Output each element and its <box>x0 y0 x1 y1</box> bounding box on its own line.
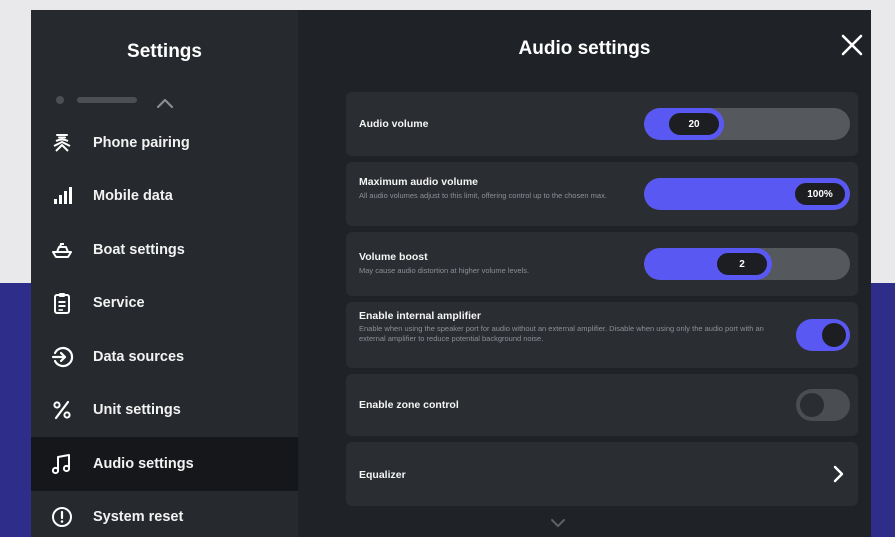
max-audio-volume-description: All audio volumes adjust to this limit, … <box>359 191 607 200</box>
scroll-down-icon[interactable] <box>548 516 568 530</box>
max-audio-volume-label: Maximum audio volume <box>359 176 479 188</box>
audio-volume-value[interactable]: 20 <box>668 112 720 136</box>
volume-boost-slider[interactable]: 2 <box>644 248 850 280</box>
boat-icon <box>49 237 75 263</box>
max-audio-volume-value[interactable]: 100% <box>794 182 846 206</box>
sidebar-item-data-sources[interactable]: Data sources <box>31 330 298 384</box>
sidebar-item-label: Data sources <box>93 348 185 365</box>
sidebar-item-label: Audio settings <box>93 455 194 472</box>
alert-circle-icon <box>49 504 75 530</box>
equalizer-row[interactable]: Equalizer <box>346 442 858 506</box>
audio-volume-row: Audio volume 20 <box>346 92 858 156</box>
sidebar-item-label: Service <box>93 295 145 312</box>
sidebar-item-label: Boat settings <box>93 241 185 258</box>
main-panel: Audio settings Audio volume 20 Maximum a… <box>298 10 871 537</box>
clipboard-icon <box>49 290 75 316</box>
sidebar-item-audio-settings[interactable]: Audio settings <box>31 437 298 491</box>
equalizer-label: Equalizer <box>359 469 406 481</box>
sidebar-item-boat-settings[interactable]: Boat settings <box>31 223 298 277</box>
sidebar-item-service[interactable]: Service <box>31 277 298 331</box>
audio-volume-slider[interactable]: 20 <box>644 108 850 140</box>
sidebar-item-label: Unit settings <box>93 402 181 419</box>
page-title: Audio settings <box>518 38 651 59</box>
sidebar-item-label: Phone pairing <box>93 134 190 151</box>
volume-boost-description: May cause audio distortion at higher vol… <box>359 266 530 275</box>
music-note-icon <box>49 451 75 477</box>
toggle-knob <box>800 393 824 417</box>
zone-control-label: Enable zone control <box>359 399 459 411</box>
volume-boost-value[interactable]: 2 <box>716 252 768 276</box>
internal-amplifier-label: Enable internal amplifier <box>359 310 481 322</box>
chevron-right-icon <box>833 465 844 483</box>
sidebar-title: Settings <box>127 41 202 62</box>
sidebar-item-label: System reset <box>93 509 184 526</box>
sidebar-item-system-reset[interactable]: System reset <box>31 491 298 537</box>
toggle-knob <box>822 323 846 347</box>
settings-list: Audio volume 20 Maximum audio volume All… <box>346 92 858 512</box>
volume-boost-label: Volume boost <box>359 251 428 263</box>
internal-amplifier-row: Enable internal amplifier Enable when us… <box>346 302 858 368</box>
sidebar-item-unit-settings[interactable]: Unit settings <box>31 384 298 438</box>
data-source-icon <box>49 344 75 370</box>
max-audio-volume-row: Maximum audio volume All audio volumes a… <box>346 162 858 226</box>
close-icon[interactable] <box>839 32 865 58</box>
sidebar-item-label: Mobile data <box>93 188 173 205</box>
sidebar-nav: Phone pairing Mobile data Boat settings … <box>31 116 298 537</box>
internal-amplifier-description: Enable when using the speaker port for a… <box>359 324 764 343</box>
zone-control-toggle[interactable] <box>796 389 850 421</box>
phone-pairing-icon <box>49 130 75 156</box>
percent-icon <box>49 397 75 423</box>
sidebar: Settings Phone pairing Mobile data Boat … <box>31 10 298 537</box>
settings-window: Settings Phone pairing Mobile data Boat … <box>31 10 871 537</box>
audio-volume-label: Audio volume <box>359 118 429 130</box>
scroll-up-icon[interactable] <box>153 94 177 112</box>
sidebar-item-mobile-data[interactable]: Mobile data <box>31 170 298 224</box>
volume-boost-row: Volume boost May cause audio distortion … <box>346 232 858 296</box>
max-audio-volume-slider[interactable]: 100% <box>644 178 850 210</box>
signal-bars-icon <box>49 183 75 209</box>
sidebar-item-phone-pairing[interactable]: Phone pairing <box>31 116 298 170</box>
internal-amplifier-toggle[interactable] <box>796 319 850 351</box>
zone-control-row: Enable zone control <box>346 374 858 436</box>
